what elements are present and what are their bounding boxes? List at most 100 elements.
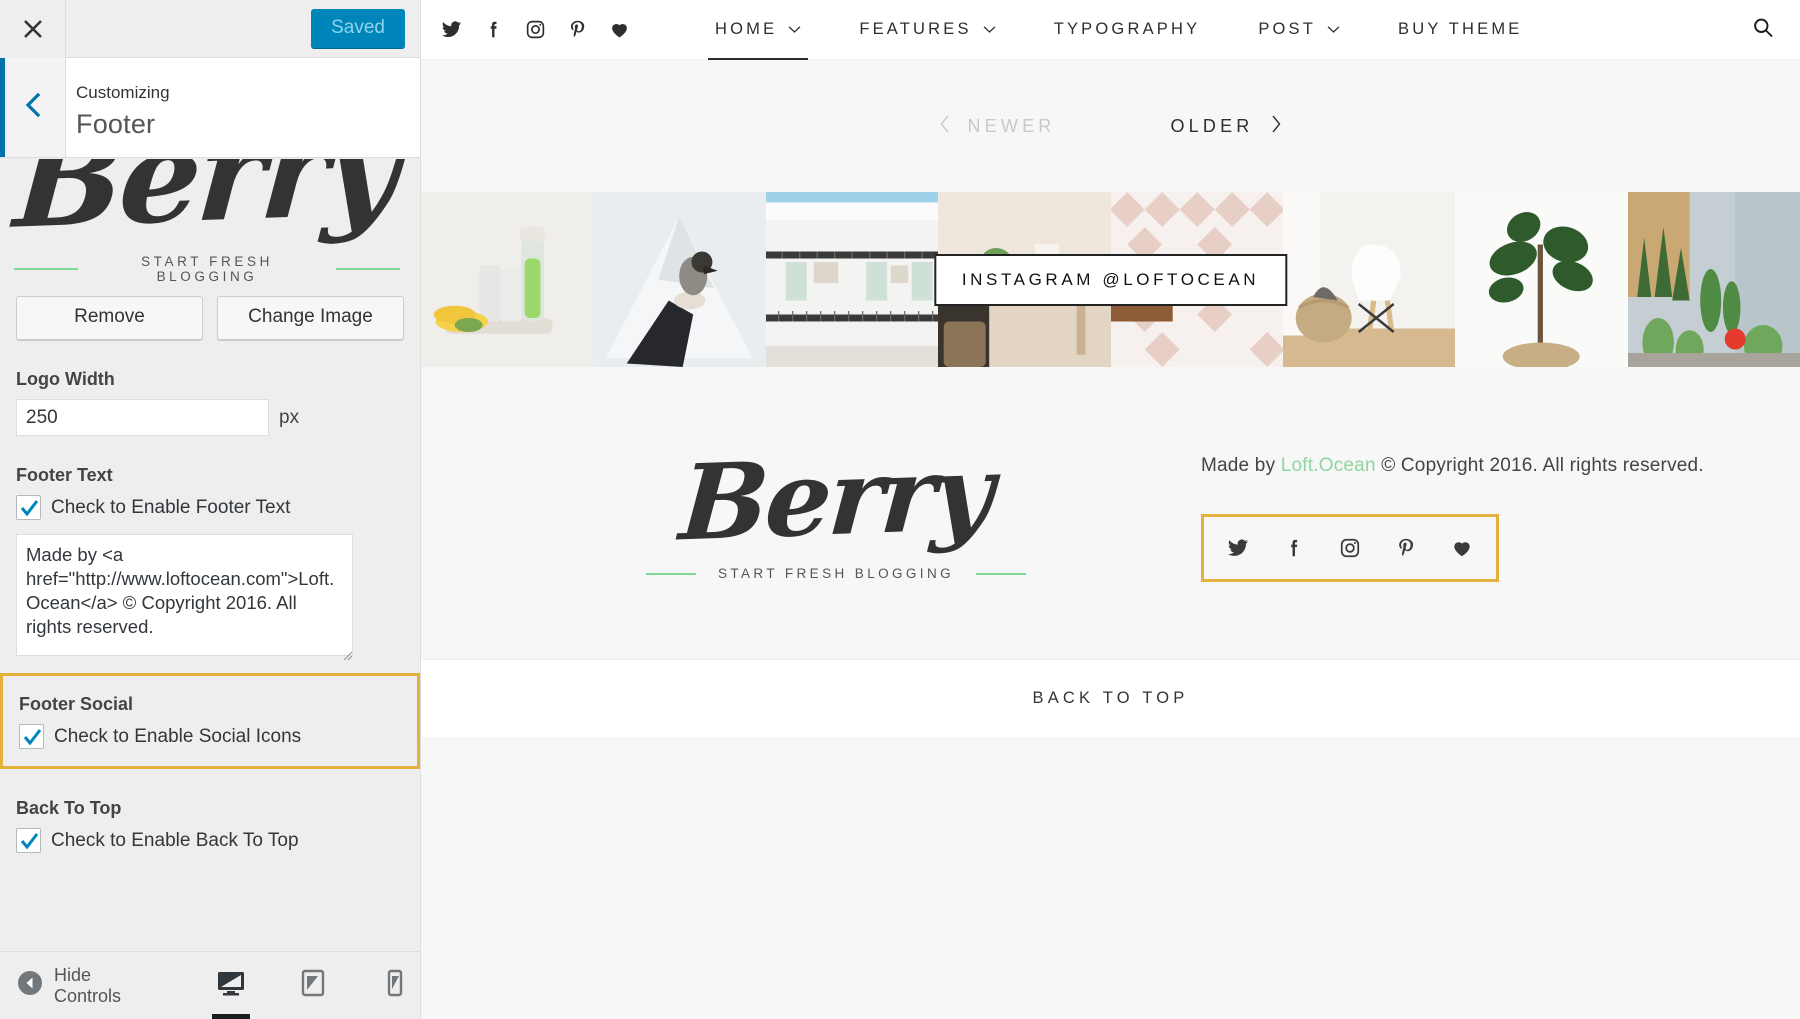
navbar-menu: HOME FEATURES TYPOGRAPHY POST BUY THEME [686, 0, 1552, 60]
back-to-top-checkbox[interactable] [16, 828, 41, 853]
instagram-feed-strip: INSTAGRAM @LOFTOCEAN [421, 192, 1800, 367]
footer-social-control-highlight: Footer Social Check to Enable Social Ico… [0, 673, 420, 769]
instagram-tile[interactable] [765, 192, 939, 367]
customizer-header: Saved [0, 0, 420, 58]
instagram-tile[interactable] [421, 192, 594, 367]
textarea-resize-handle[interactable] [339, 647, 353, 661]
save-button[interactable]: Saved [311, 8, 405, 49]
site-preview: HOME FEATURES TYPOGRAPHY POST BUY THEME … [421, 0, 1800, 1019]
footer-content: Berry START FRESH BLOGGING Made by Loft.… [421, 367, 1800, 582]
back-to-top-checkbox-label: Check to Enable Back To Top [51, 830, 299, 851]
customizing-label: Customizing [76, 83, 170, 102]
bloglovin-heart-icon[interactable] [1434, 522, 1490, 574]
customizer-controls: Berry START FRESH BLOGGING Remove Change… [0, 159, 420, 951]
navbar-social-icons [421, 19, 630, 40]
back-to-top-checkbox-row[interactable]: Check to Enable Back To Top [16, 828, 404, 854]
device-preview-buttons [206, 953, 420, 1019]
collapse-left-icon [17, 970, 43, 1001]
search-icon[interactable] [1752, 16, 1774, 43]
instagram-tile[interactable] [1282, 192, 1456, 367]
footer-logo-text: Berry [676, 430, 996, 565]
logo-width-unit: px [279, 406, 300, 428]
logo-preview-text: Berry [10, 159, 401, 258]
footer-social-checkbox[interactable] [19, 724, 44, 749]
footer-text-checkbox[interactable] [16, 495, 41, 520]
logo-preview-tagline: START FRESH BLOGGING [141, 254, 273, 284]
footer-social-checkbox-row[interactable]: Check to Enable Social Icons [19, 724, 401, 750]
change-image-button[interactable]: Change Image [217, 296, 404, 340]
instagram-username-badge[interactable]: INSTAGRAM @LOFTOCEAN [933, 253, 1288, 306]
footer-copyright: Made by Loft.Ocean © Copyright 2016. All… [1201, 455, 1704, 477]
pagination-older[interactable]: OLDER [1170, 115, 1281, 138]
mobile-icon [387, 969, 403, 1002]
desktop-icon [217, 970, 245, 1001]
chevron-right-small-icon [1270, 115, 1282, 138]
bloglovin-heart-icon[interactable] [609, 19, 630, 40]
footer-text-checkbox-row[interactable]: Check to Enable Footer Text [16, 495, 404, 521]
logo-controls: Remove Change Image Logo Width px Footer… [0, 296, 420, 661]
customizer-screen: Saved Customizing Footer Berry START FRE… [0, 0, 1800, 1019]
back-to-top-controls: Back To Top Check to Enable Back To Top [0, 798, 420, 854]
logo-preview-tagline-row: START FRESH BLOGGING [14, 254, 400, 284]
remove-image-button[interactable]: Remove [16, 296, 203, 340]
close-customizer-button[interactable] [0, 0, 66, 58]
logo-width-label: Logo Width [16, 369, 115, 389]
facebook-icon[interactable] [483, 19, 504, 40]
nav-item-features[interactable]: FEATURES [830, 0, 1024, 60]
section-header: Customizing Footer [0, 58, 420, 158]
back-button[interactable] [0, 58, 66, 157]
instagram-tile[interactable] [1455, 192, 1628, 367]
device-mobile-button[interactable] [370, 953, 420, 1019]
pagination-newer[interactable]: NEWER [939, 115, 1055, 138]
section-title: Footer [76, 108, 156, 139]
twitter-icon[interactable] [1210, 522, 1266, 574]
tagline-dash-right [336, 268, 400, 270]
tablet-icon [301, 969, 325, 1002]
nav-item-buy-theme[interactable]: BUY THEME [1369, 0, 1551, 60]
instagram-tile[interactable] [593, 192, 766, 367]
instagram-icon[interactable] [525, 19, 546, 40]
footer-social-checkbox-label: Check to Enable Social Icons [54, 726, 302, 747]
device-tablet-button[interactable] [288, 953, 338, 1019]
pinterest-icon[interactable] [567, 19, 588, 40]
customizer-sidebar: Saved Customizing Footer Berry START FRE… [0, 0, 421, 1019]
post-pagination: NEWER OLDER [421, 60, 1800, 192]
logo-width-input[interactable] [16, 399, 269, 436]
logo-width-row: px [16, 399, 404, 436]
footer-tagline-dash-right [976, 572, 1027, 575]
logo-image-preview: Berry START FRESH BLOGGING [0, 159, 420, 288]
nav-item-typography-label: TYPOGRAPHY [1053, 20, 1201, 38]
nav-item-home[interactable]: HOME [686, 0, 830, 60]
footer-tagline: START FRESH BLOGGING [717, 566, 955, 582]
chevron-down-icon [788, 20, 801, 39]
twitter-icon[interactable] [441, 19, 462, 40]
instagram-icon[interactable] [1322, 522, 1378, 574]
section-titles: Customizing Footer [66, 58, 170, 157]
site-navbar: HOME FEATURES TYPOGRAPHY POST BUY THEME [421, 0, 1800, 60]
footer-text-label: Footer Text [16, 465, 113, 485]
chevron-down-icon [983, 20, 996, 39]
pinterest-icon[interactable] [1378, 522, 1434, 574]
nav-item-typography[interactable]: TYPOGRAPHY [1025, 0, 1230, 60]
hide-controls-button[interactable]: Hide Controls [0, 965, 121, 1007]
footer-copyright-link[interactable]: Loft.Ocean [1281, 455, 1376, 476]
footer-text-textarea[interactable]: Made by <a href="http://www.loftocean.co… [16, 534, 353, 656]
chevron-left-small-icon [939, 115, 951, 138]
site-footer: Berry START FRESH BLOGGING Made by Loft.… [421, 367, 1800, 737]
chevron-down-icon [1327, 20, 1340, 39]
device-desktop-button[interactable] [206, 953, 256, 1019]
nav-item-buy-theme-label: BUY THEME [1398, 20, 1523, 38]
footer-text-checkbox-label: Check to Enable Footer Text [51, 497, 291, 518]
back-to-top-link[interactable]: BACK TO TOP [421, 659, 1800, 737]
footer-text-column: Made by Loft.Ocean © Copyright 2016. All… [1071, 437, 1704, 582]
nav-item-post[interactable]: POST [1229, 0, 1369, 60]
instagram-tile[interactable] [1627, 192, 1800, 367]
logo-button-pair: Remove Change Image [16, 296, 404, 340]
back-to-top-label: Back To Top [16, 798, 122, 818]
facebook-icon[interactable] [1266, 522, 1322, 574]
footer-copyright-suffix: © Copyright 2016. All rights reserved. [1375, 455, 1704, 476]
customizer-footer-bar: Hide Controls [0, 951, 420, 1019]
hide-controls-label: Hide Controls [54, 964, 122, 1006]
footer-social-label: Footer Social [19, 694, 134, 714]
footer-logo-column: Berry START FRESH BLOGGING [601, 430, 1071, 582]
